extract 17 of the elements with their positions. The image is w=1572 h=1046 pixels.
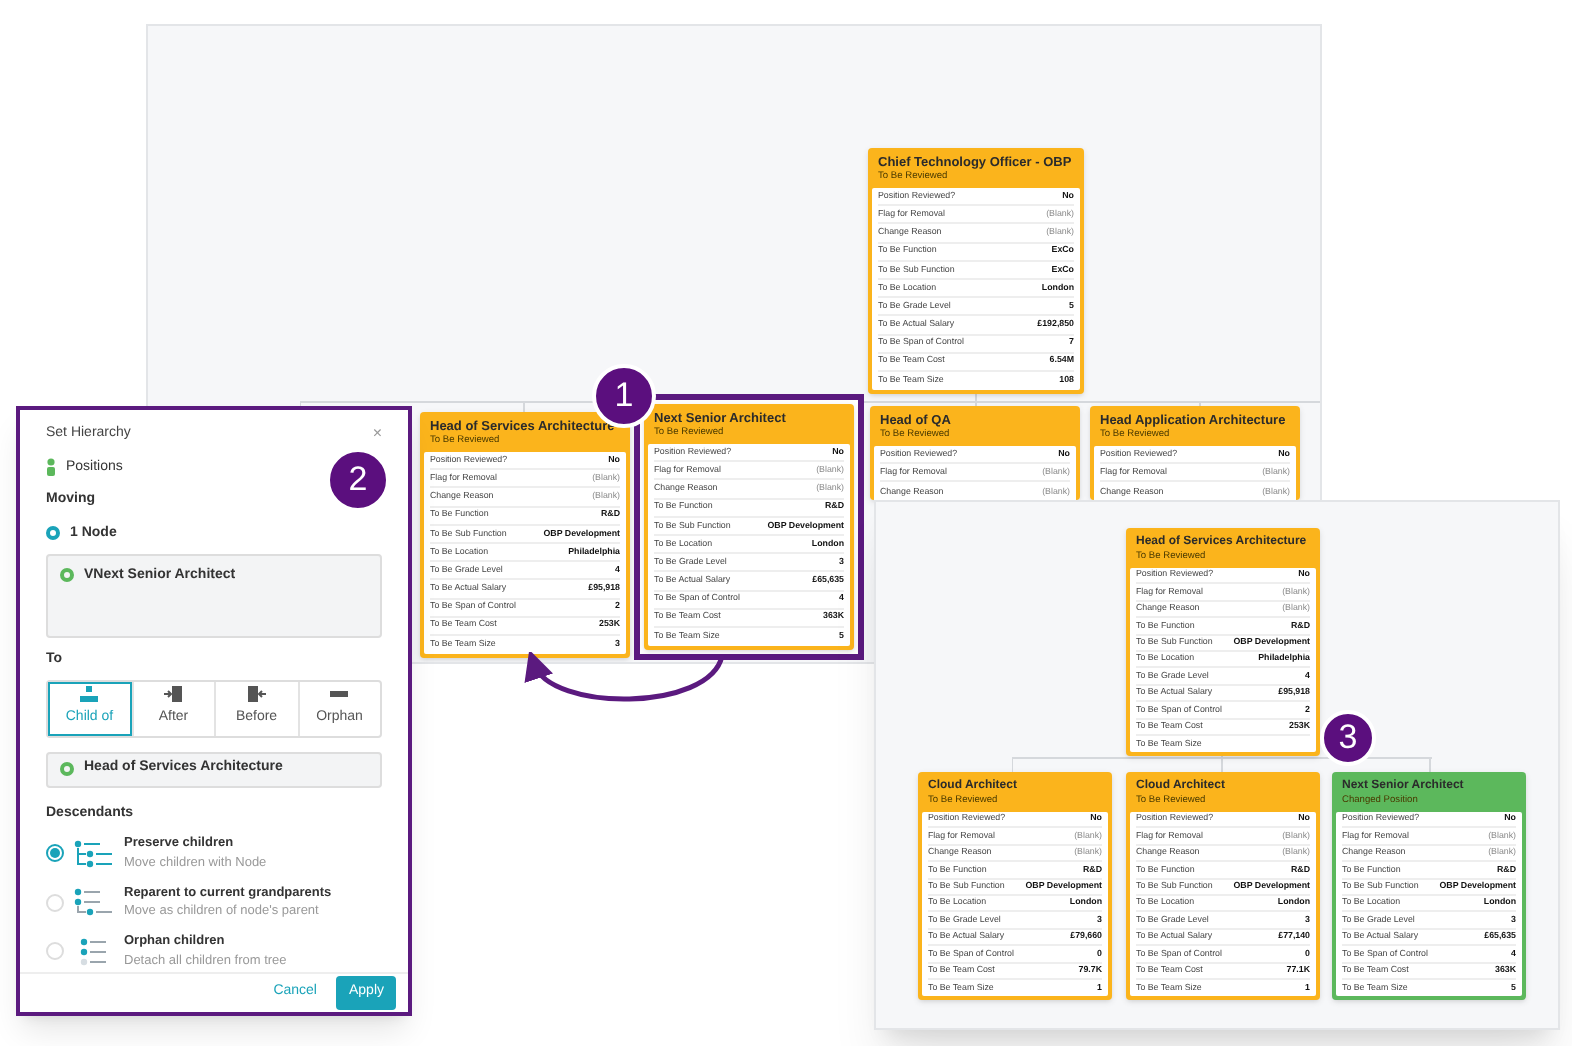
child-node-icon bbox=[80, 686, 99, 703]
person-icon bbox=[46, 458, 56, 477]
tree-icon bbox=[74, 888, 114, 917]
node-status-icon bbox=[60, 568, 74, 582]
detached-node-icon bbox=[330, 686, 349, 703]
node-status-icon bbox=[60, 762, 74, 776]
node-count-icon bbox=[46, 526, 60, 541]
position-card[interactable] bbox=[420, 412, 630, 659]
position-card[interactable] bbox=[1332, 772, 1526, 1001]
position-card[interactable] bbox=[918, 772, 1112, 1001]
insert-before-icon bbox=[247, 686, 266, 703]
tree-icon bbox=[74, 839, 114, 868]
position-card[interactable] bbox=[868, 148, 1084, 395]
radio-button[interactable] bbox=[46, 844, 64, 863]
position-card[interactable] bbox=[1126, 528, 1320, 757]
position-card[interactable] bbox=[1126, 772, 1320, 1001]
insert-after-icon bbox=[164, 686, 183, 703]
